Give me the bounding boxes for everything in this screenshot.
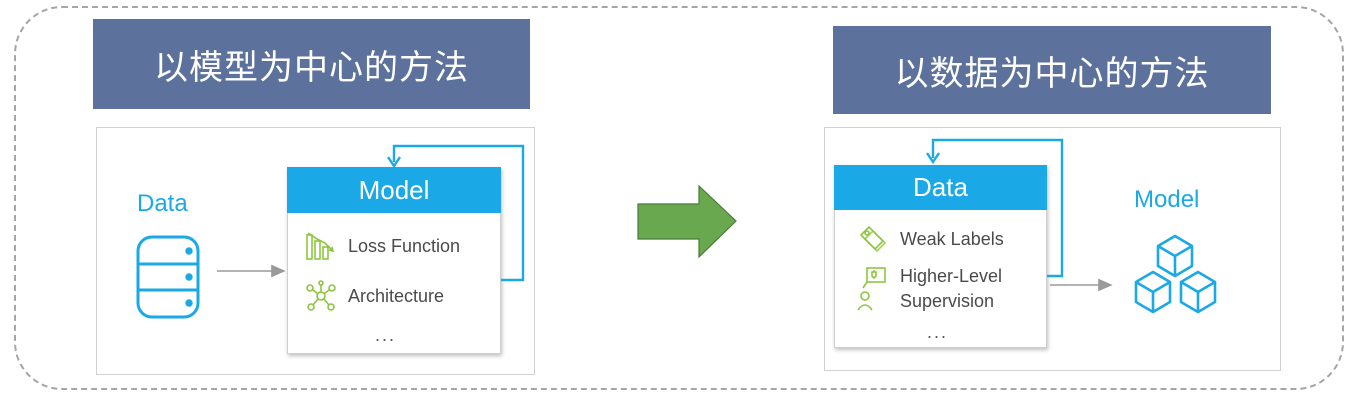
database-icon bbox=[136, 235, 200, 319]
model-cubes-icon bbox=[1134, 234, 1217, 314]
model-feedback-loop bbox=[387, 144, 525, 282]
diagram-graphics bbox=[136, 138, 1217, 319]
data-feedback-loop bbox=[926, 138, 1064, 278]
transition-arrow bbox=[637, 184, 737, 259]
